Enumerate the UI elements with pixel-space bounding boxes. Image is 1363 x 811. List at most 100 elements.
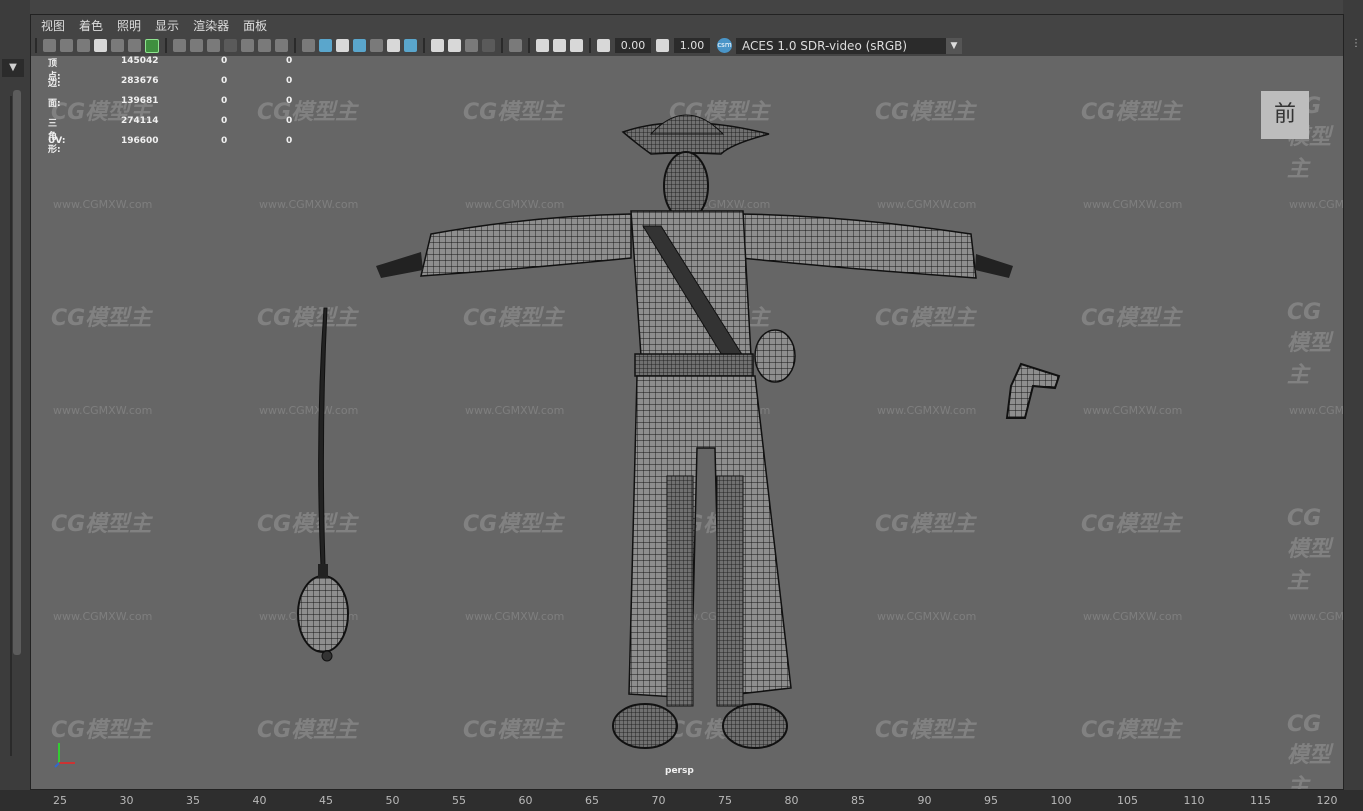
right-boot — [722, 703, 788, 749]
exposure-icon[interactable] — [597, 39, 610, 52]
gamma-icon[interactable] — [656, 39, 669, 52]
xray-active-components-icon[interactable] — [553, 39, 566, 52]
xray-joints-icon[interactable] — [570, 39, 583, 52]
xray-icon[interactable] — [536, 39, 549, 52]
stat-value: 0 — [221, 136, 228, 146]
menu-renderer[interactable]: 渲染器 — [193, 17, 229, 34]
safe-action-icon[interactable] — [258, 39, 271, 52]
screen-space-ao-icon[interactable] — [431, 39, 444, 52]
stat-value: 0 — [286, 96, 293, 106]
stat-value: 0 — [286, 116, 293, 126]
menu-panels[interactable]: 面板 — [243, 17, 267, 34]
ruler-tick-label: 110 — [1183, 794, 1205, 807]
select-camera-icon[interactable] — [43, 39, 56, 52]
ruler-tick-label: 90 — [917, 794, 932, 807]
view-transform-value: ACES 1.0 SDR-video (sRGB) — [742, 38, 908, 53]
ruler-tick-label: 120 — [1316, 794, 1338, 807]
panel-dropdown-arrow-icon[interactable]: ▼ — [2, 59, 24, 77]
coat — [628, 375, 792, 699]
toolbar-separator — [528, 38, 530, 53]
bookmark-icon[interactable] — [94, 39, 107, 52]
wireframe-icon[interactable] — [302, 39, 315, 52]
menu-lighting[interactable]: 照明 — [117, 17, 141, 34]
view-transform-select[interactable]: ACES 1.0 SDR-video (sRGB) ▼ — [736, 37, 962, 54]
chevron-down-icon[interactable]: ▼ — [946, 37, 962, 54]
field-chart-icon[interactable] — [241, 39, 254, 52]
stat-value: 0 — [221, 96, 228, 106]
menu-view[interactable]: 视图 — [41, 17, 65, 34]
sword-pommel — [297, 575, 349, 653]
ruler-tick-label: 100 — [1050, 794, 1072, 807]
stat-value: 0 — [286, 56, 293, 66]
left-divider — [10, 96, 12, 756]
time-ruler[interactable]: 25 30 35 40 45 50 55 60 65 70 75 80 85 90 95 100 105 110 1… — [0, 790, 1363, 811]
anti-aliasing-icon[interactable] — [465, 39, 478, 52]
stat-value: 0 — [221, 56, 228, 66]
ruler-tick-label: 80 — [784, 794, 799, 807]
motion-blur-icon[interactable] — [448, 39, 461, 52]
toolbar-separator — [589, 38, 591, 53]
head — [663, 151, 709, 221]
right-arm — [740, 213, 977, 279]
camera-attributes-icon[interactable] — [60, 39, 73, 52]
stat-value: 0 — [221, 116, 228, 126]
safe-title-icon[interactable] — [275, 39, 288, 52]
toolbar-separator — [423, 38, 425, 53]
axis-gizmo-icon — [54, 743, 75, 768]
sword-blade — [318, 307, 328, 567]
ruler-tick-label: 55 — [452, 794, 466, 807]
default-material-icon[interactable] — [336, 39, 349, 52]
stat-value: 0 — [286, 76, 293, 86]
grease-pencil-icon[interactable] — [128, 39, 141, 52]
ruler-tick-label: 60 — [518, 794, 533, 807]
ruler-tick-label: 25 — [53, 794, 67, 807]
ruler-tick-label: 95 — [984, 794, 998, 807]
stat-label: 面: — [48, 99, 61, 109]
shadows-icon[interactable] — [404, 39, 417, 52]
ruler-tick-label: 75 — [718, 794, 732, 807]
wireframe-on-shaded-icon[interactable] — [353, 39, 366, 52]
stat-value: 274114 — [121, 116, 159, 126]
ruler-tick-label: 35 — [186, 794, 200, 807]
left-scrollbar[interactable] — [13, 90, 21, 655]
film-gate-icon[interactable] — [190, 39, 203, 52]
menu-show[interactable]: 显示 — [155, 17, 179, 34]
smooth-shade-icon[interactable] — [319, 39, 332, 52]
ruler-tick-label: 70 — [651, 794, 666, 807]
left-arm — [420, 213, 632, 277]
character-wireframe — [297, 114, 1061, 749]
right-panel-collapse-icon[interactable]: ⋮ — [1351, 38, 1361, 49]
ruler-tick-label: 105 — [1117, 794, 1138, 807]
ruler-tick-label: 85 — [851, 794, 865, 807]
grid-icon[interactable] — [173, 39, 186, 52]
panel-toolbar: 0.00 1.00 csm ACES 1.0 SDR-video (sRGB) … — [31, 35, 1343, 56]
stat-value: 145042 — [121, 56, 159, 66]
image-plane-icon[interactable] — [111, 39, 124, 52]
color-management-icon[interactable]: csm — [717, 38, 732, 53]
ruler-tick-label: 50 — [385, 794, 400, 807]
resolution-gate-icon[interactable] — [207, 39, 220, 52]
exposure-field[interactable]: 0.00 — [615, 38, 651, 53]
gamma-field[interactable]: 1.00 — [674, 38, 710, 53]
stat-label: UV: — [48, 136, 66, 146]
belt — [634, 353, 754, 377]
toolbar-separator — [294, 38, 296, 53]
panel-menubar: 视图 着色 照明 显示 渲染器 面板 — [31, 15, 1343, 35]
view-cube-front[interactable]: 前 — [1261, 91, 1309, 139]
stat-value: 0 — [286, 136, 293, 146]
toolbar-separator — [501, 38, 503, 53]
textured-icon[interactable] — [370, 39, 383, 52]
ruler-tick-label: 40 — [252, 794, 267, 807]
stat-value: 196600 — [121, 136, 159, 146]
right-panel-strip — [1343, 0, 1363, 790]
depth-of-field-icon[interactable] — [482, 39, 495, 52]
ruler-tick-label: 115 — [1250, 794, 1271, 807]
3d-viewport[interactable]: CG模型主 www.CGMXW.com CG模型主 www.CGMXW.com CG模型… — [31, 56, 1343, 789]
use-all-lights-icon[interactable] — [387, 39, 400, 52]
2d-pan-zoom-icon[interactable] — [145, 38, 159, 53]
isolate-select-icon[interactable] — [509, 39, 522, 52]
camera-lock-icon[interactable] — [77, 39, 90, 52]
camera-name-label: persp — [665, 766, 694, 776]
gate-mask-icon[interactable] — [224, 39, 237, 52]
menu-shading[interactable]: 着色 — [79, 17, 103, 34]
